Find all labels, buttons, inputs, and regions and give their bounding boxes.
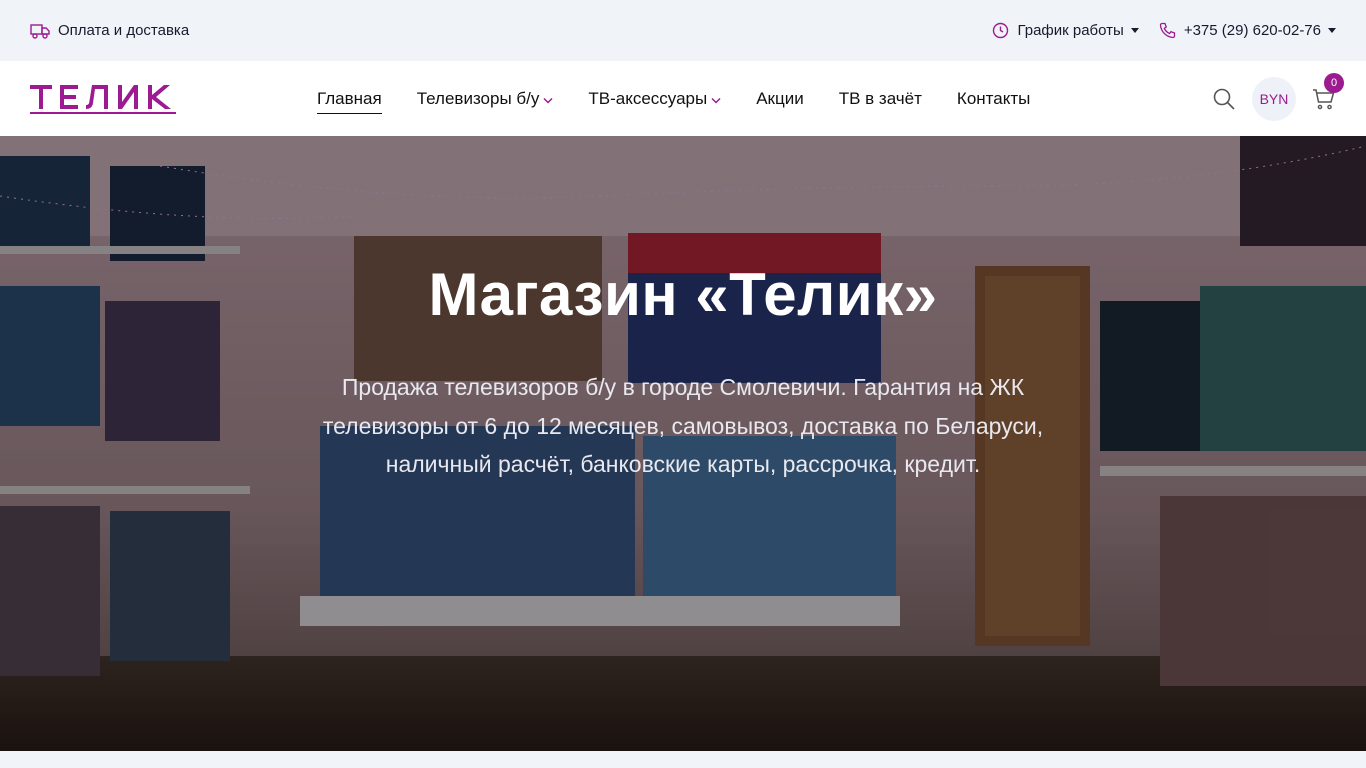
nav-item-label: Акции: [756, 88, 804, 108]
nav-item-tv-trade-in[interactable]: ТВ в зачёт: [839, 89, 922, 109]
nav-item-label: Телевизоры б/у: [416, 88, 540, 108]
nav-item-tv-accessories[interactable]: ТВ-аксессуары: [588, 89, 721, 109]
nav-item-contacts[interactable]: Контакты: [957, 89, 1030, 109]
header-actions: BYN 0: [1212, 61, 1344, 136]
delivery-label: Оплата и доставка: [58, 22, 190, 39]
currency-label: BYN: [1259, 90, 1289, 107]
top-bar-right: График работы +375 (29) 620-02-76: [972, 22, 1336, 39]
chevron-down-icon: [711, 97, 721, 104]
schedule-dropdown[interactable]: График работы: [992, 22, 1139, 39]
phone-icon: [1159, 22, 1175, 39]
truck-icon: [30, 23, 50, 39]
caret-down-icon: [1130, 28, 1139, 33]
delivery-link[interactable]: Оплата и доставка: [30, 22, 189, 39]
nav-item-label: ТВ в зачёт: [838, 88, 922, 108]
clock-icon: [993, 22, 1009, 39]
hero-title: Магазин «Телик»: [428, 261, 938, 328]
page-bottom-strip: [0, 751, 1366, 768]
top-bar-left: Оплата и доставка: [30, 22, 189, 39]
site-logo[interactable]: [30, 83, 176, 115]
nav-item-used-tvs[interactable]: Телевизоры б/у: [417, 89, 554, 109]
phone-dropdown[interactable]: +375 (29) 620-02-76: [1159, 22, 1336, 39]
main-header: Главная Телевизоры б/у ТВ-аксессуары Акц…: [0, 61, 1366, 136]
cart-button[interactable]: 0: [1312, 72, 1344, 111]
main-nav: Главная Телевизоры б/у ТВ-аксессуары Акц…: [317, 61, 1065, 136]
nav-item-promotions[interactable]: Акции: [756, 89, 804, 109]
nav-item-label: ТВ-аксессуары: [588, 88, 708, 108]
currency-button[interactable]: BYN: [1252, 76, 1296, 121]
hero-banner: Магазин «Телик» Продажа телевизоров б/у …: [0, 136, 1366, 751]
hero-description: Продажа телевизоров б/у в городе Смолеви…: [322, 374, 1044, 477]
nav-item-home[interactable]: Главная: [317, 88, 382, 114]
nav-item-label: Главная: [317, 88, 382, 108]
phone-label: +375 (29) 620-02-76: [1183, 22, 1321, 39]
schedule-label: График работы: [1017, 22, 1124, 39]
chevron-down-icon: [543, 97, 553, 104]
nav-item-label: Контакты: [956, 88, 1031, 108]
top-bar: Оплата и доставка График работы +375 (29…: [0, 0, 1366, 61]
cart-count-badge: 0: [1324, 72, 1344, 93]
caret-down-icon: [1328, 28, 1336, 33]
search-icon[interactable]: [1212, 87, 1236, 111]
